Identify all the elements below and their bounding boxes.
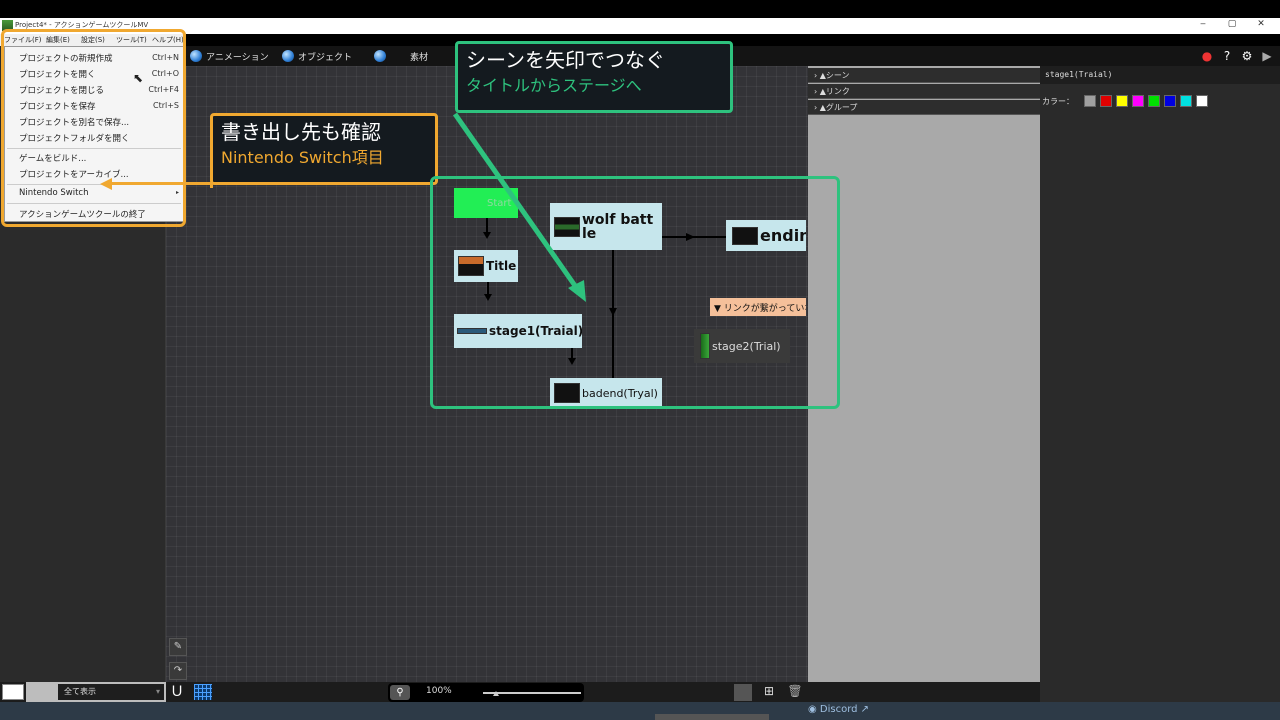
category-link[interactable]: › ▲リンク [808, 84, 1040, 99]
trash-icon[interactable]: 🗑 [786, 684, 804, 701]
menu-highlight-frame [1, 29, 186, 227]
color-swatch[interactable] [1164, 95, 1176, 107]
close-button[interactable]: ✕ [1254, 19, 1268, 29]
pen-tool-icon[interactable]: ✎ [169, 638, 187, 656]
gear-icon[interactable]: ⚙ [1240, 49, 1254, 63]
zoom-level: 100% [426, 686, 452, 696]
category-group[interactable]: › ▲グループ [808, 100, 1040, 115]
scroll-indicator [655, 714, 769, 720]
status-bar: ◉ Discord ↗ [0, 702, 1280, 720]
color-swatch[interactable] [1148, 95, 1160, 107]
color-swatch[interactable] [1116, 95, 1128, 107]
export-callout: 書き出し先も確認 Nintendo Switch項目 [210, 113, 438, 185]
link-tool-icon[interactable]: ↷ [169, 662, 187, 680]
object-icon [282, 50, 294, 62]
scene-callout-title: シーンを矢印でつなぐ [466, 48, 665, 72]
properties-panel: stage1(Traial) カラー： [1040, 66, 1280, 702]
category-scene[interactable]: › ▲シーン [808, 68, 1040, 83]
color-label: カラー： [1042, 97, 1074, 106]
chevron-down-icon: ▾ [155, 687, 160, 696]
tab-animation[interactable]: アニメーション [190, 49, 269, 63]
maximize-button[interactable]: ▢ [1225, 19, 1239, 29]
export-callout-title: 書き出し先も確認 [221, 120, 381, 144]
add-folder-icon[interactable]: ⊞ [760, 684, 778, 701]
export-callout-subtitle: Nintendo Switch項目 [221, 148, 384, 167]
title-bar: Project4* - アクションゲームツクールMV ‒ ▢ ✕ [0, 18, 1280, 34]
grid-toggle-icon[interactable] [194, 684, 212, 700]
show-all-dropdown[interactable]: 全て表示 ▾ [58, 684, 164, 700]
minimize-button[interactable]: ‒ [1196, 19, 1210, 29]
help-icon[interactable]: ? [1220, 49, 1234, 63]
animation-icon [190, 50, 202, 62]
scene-callout: シーンを矢印でつなぐ タイトルからステージへ [455, 41, 733, 113]
color-swatch[interactable] [1132, 95, 1144, 107]
search-icon[interactable]: ⚲ [390, 685, 410, 700]
magnet-icon[interactable]: Ｕ [168, 683, 186, 701]
tab-material[interactable]: 素材 [374, 49, 428, 63]
discord-link[interactable]: ◉ Discord ↗ [808, 704, 869, 715]
color-swatch[interactable] [1180, 95, 1192, 107]
arrow-head-icon [100, 178, 112, 190]
color-swatch[interactable] [1084, 95, 1096, 107]
record-icon[interactable]: ● [1200, 49, 1214, 63]
color-swatch[interactable] [1196, 95, 1208, 107]
scene-callout-subtitle: タイトルからステージへ [466, 76, 642, 95]
callout-arrow [112, 182, 212, 185]
color-preview[interactable] [2, 684, 24, 700]
tab-object[interactable]: オブジェクト [282, 49, 352, 63]
zoom-control: ⚲ 100% [388, 683, 584, 702]
scene-name-value: stage1(Traial) [1045, 70, 1113, 79]
discord-icon: ◉ [808, 704, 820, 715]
play-icon[interactable]: ▶ [1260, 49, 1274, 63]
scene-list-panel: › ▲シーン › ▲リンク › ▲グループ [808, 66, 1040, 682]
external-link-icon: ↗ [857, 704, 870, 715]
bottom-bar: 全て表示 ▾ Ｕ ⚲ 100% ⊞ 🗑 [0, 682, 1040, 702]
toolbar: アニメーション オブジェクト 素材 ● ? ⚙ ▶ [186, 46, 1280, 66]
color-swatch[interactable] [1100, 95, 1112, 107]
callout-arrow [210, 184, 213, 188]
zoom-slider-handle[interactable] [493, 691, 499, 696]
material-icon [374, 50, 386, 62]
frame-icon[interactable] [734, 684, 752, 701]
callout-arrow [452, 112, 586, 302]
